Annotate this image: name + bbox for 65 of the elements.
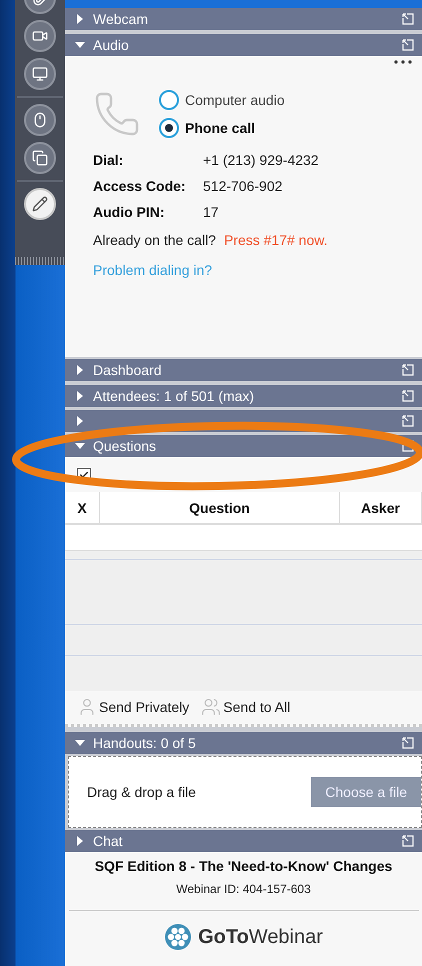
collapse-triangle-icon bbox=[75, 738, 85, 748]
panel-title: Webcam bbox=[93, 11, 149, 27]
screen-button[interactable] bbox=[24, 58, 56, 90]
panel-header[interactable]: Questions bbox=[65, 435, 422, 458]
already-on-call-text: Already on the call? bbox=[93, 232, 216, 248]
mouse-button[interactable] bbox=[24, 104, 56, 136]
detail-label: Dial: bbox=[93, 152, 124, 168]
people-icon bbox=[201, 697, 222, 718]
detail-value: 17 bbox=[203, 204, 220, 220]
panel-header[interactable]: Webcam bbox=[65, 8, 422, 30]
pencil-button[interactable] bbox=[24, 188, 56, 220]
detail-label: Audio PIN: bbox=[93, 204, 166, 220]
drop-zone[interactable]: Drag & drop a file Choose a file bbox=[68, 756, 422, 828]
panel-header[interactable]: Audio bbox=[65, 34, 422, 56]
panel-header[interactable]: Dashboard bbox=[65, 359, 422, 382]
pop-out-icon[interactable] bbox=[402, 415, 414, 428]
brand-name: GoToWebinar bbox=[198, 926, 323, 949]
pop-out-icon[interactable] bbox=[402, 39, 414, 51]
drop-zone-text: Drag & drop a file bbox=[87, 784, 196, 800]
choose-file-button[interactable]: Choose a file bbox=[311, 776, 421, 807]
expand-triangle-icon bbox=[75, 416, 85, 426]
problem-dialing-link[interactable]: Problem dialing in? bbox=[93, 262, 212, 278]
audio-option-radio[interactable]: Phone call bbox=[159, 118, 285, 138]
detail-label: Access Code: bbox=[93, 178, 187, 194]
more-icon[interactable] bbox=[394, 60, 412, 64]
collapse-triangle-icon bbox=[75, 40, 85, 50]
column-header[interactable]: Asker bbox=[340, 492, 422, 524]
webcam-button[interactable] bbox=[24, 20, 56, 52]
pencil-icon bbox=[32, 196, 48, 212]
panel-title: Attendees: 1 of 501 (max) bbox=[93, 388, 256, 404]
expand-triangle-icon bbox=[75, 14, 85, 24]
expand-triangle-icon bbox=[75, 391, 85, 402]
column-header[interactable]: Question bbox=[100, 492, 340, 524]
panel-title: Dashboard bbox=[93, 362, 162, 378]
phone-icon bbox=[93, 90, 141, 138]
pop-out-icon[interactable] bbox=[402, 364, 414, 376]
panel-header[interactable]: Attendees: 1 of 501 (max) bbox=[65, 385, 422, 408]
panel-title: Audio bbox=[93, 37, 130, 53]
pop-out-icon[interactable] bbox=[402, 390, 414, 402]
expand-triangle-icon bbox=[75, 365, 85, 376]
detail-value: +1 (213) 929-4232 bbox=[203, 152, 320, 168]
windows-button[interactable] bbox=[24, 142, 56, 174]
pop-out-icon[interactable] bbox=[402, 13, 414, 25]
windows-icon bbox=[32, 150, 48, 166]
expand-triangle-icon bbox=[75, 836, 85, 846]
panel-title: Handouts: 0 of 5 bbox=[93, 734, 197, 750]
audio-option-radio[interactable]: Computer audio bbox=[159, 90, 285, 110]
monitor-icon bbox=[32, 66, 48, 82]
send-to-all-button[interactable]: Send to All bbox=[201, 697, 290, 718]
webinar-title: SQF Edition 8 - The 'Need-to-Know' Changes bbox=[94, 858, 392, 874]
mouse-icon bbox=[32, 112, 48, 128]
detail-value: 512-706-902 bbox=[203, 178, 284, 194]
send-privately-button[interactable]: Send Privately bbox=[77, 697, 190, 718]
panel-header[interactable]: Handouts: 0 of 5 bbox=[65, 732, 422, 754]
pop-out-icon[interactable] bbox=[402, 736, 414, 748]
press-code-text: Press #17# now. bbox=[224, 232, 328, 248]
webinar-id: Webinar ID: 404-157-603 bbox=[176, 882, 311, 896]
flower-logo-icon bbox=[164, 923, 192, 952]
panel-title: Questions bbox=[93, 438, 158, 454]
collapse-triangle-icon bbox=[75, 441, 85, 452]
panel-header[interactable]: Chat bbox=[65, 830, 422, 852]
panel-title: Chat bbox=[93, 833, 124, 850]
pop-out-icon[interactable] bbox=[402, 835, 414, 848]
grip-handle[interactable] bbox=[15, 257, 65, 265]
column-header[interactable]: X bbox=[65, 492, 100, 524]
